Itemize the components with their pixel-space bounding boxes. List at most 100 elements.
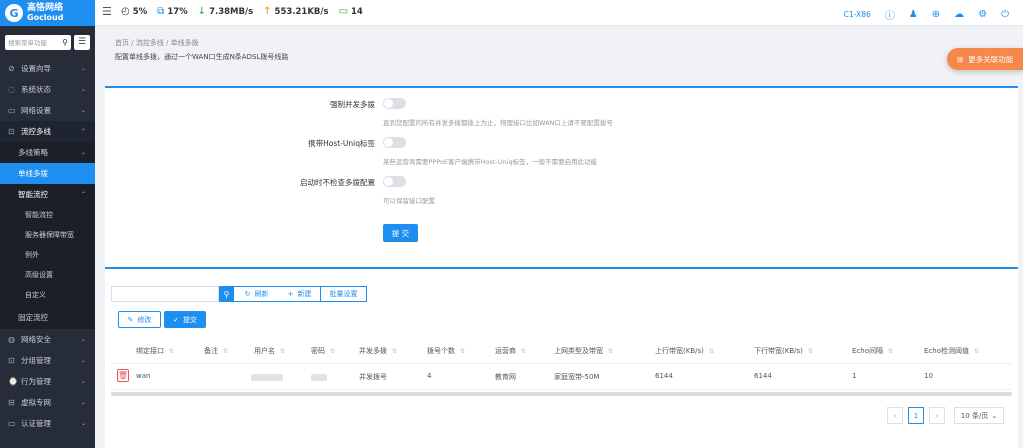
sidebar-item-exception[interactable]: 例外 (0, 245, 95, 265)
search-icon: ⚲ (62, 37, 68, 47)
sidebar-item-label: 自定义 (25, 291, 46, 299)
sidebar-item-setup-wizard[interactable]: ⊘ 设置向导 ⌄ (0, 58, 95, 79)
col-password[interactable]: 密码 ⇅ (311, 346, 335, 356)
next-page-icon[interactable]: › (929, 407, 945, 424)
sidebar-item-server-bandwidth[interactable]: 服务器保障带宽 (0, 225, 95, 245)
sidebar-item-system-status[interactable]: ◌ 系统状态 ⌄ (0, 79, 95, 100)
sidebar-item-label: 行为管理 (21, 377, 51, 386)
table-search-input[interactable] (111, 286, 219, 302)
skip-check-toggle[interactable] (383, 176, 406, 187)
col-interface[interactable]: 绑定接口 ⇅ (136, 346, 174, 356)
sidebar-item-auth-manage[interactable]: ▭ 认证管理 ⌄ (0, 413, 95, 434)
sidebar-item-fixed-flow[interactable]: 固定流控 (0, 305, 95, 329)
col-username[interactable]: 用户名 ⇅ (254, 346, 285, 356)
globe-icon[interactable]: ⊕ (932, 9, 940, 20)
col-echo-interval[interactable]: Echo间隔 ⇅ (852, 346, 893, 356)
host-uniq-toggle[interactable] (383, 137, 406, 148)
top-bar: G 高恪网络 Gocloud ☰ ◴ 5% ⧉ 17% ↓ 7.38MB/s ↑ 553… (0, 0, 1023, 26)
new-button[interactable]: + 新建 (279, 286, 321, 302)
sidebar-search: 搜索菜单功能 ⚲ ☰ (0, 26, 95, 58)
table-submit-button[interactable]: ✓ 提交 (164, 311, 206, 328)
sort-icon: ⇅ (708, 348, 714, 355)
sidebar-item-network-settings[interactable]: ▭ 网络设置 ⌄ (0, 100, 95, 121)
cell-echo-threshold: 10 (924, 372, 933, 380)
column-label: 备注 (204, 347, 218, 355)
column-label: 上网类型及带宽 (554, 347, 603, 355)
plus-icon: + (287, 290, 294, 298)
sort-icon: ⇅ (280, 348, 286, 355)
batch-settings-button[interactable]: 批量设置 (321, 286, 367, 302)
brand-cn: 高恪网络 (27, 3, 64, 13)
menu-search-input[interactable]: 搜索菜单功能 ⚲ (5, 34, 71, 50)
sort-icon: ⇅ (974, 348, 980, 355)
settings-form-card: 强制并发多拨 直到您配置的所有并发多拨都拨上为止，物理接口比如WAN口上请不要配… (105, 86, 1018, 282)
sidebar-item-behavior-manage[interactable]: ⌚ 行为管理 ⌄ (0, 371, 95, 392)
cpu-stat: ◴ 5% (121, 6, 147, 17)
sidebar-item-multiline-policy[interactable]: 多线策略 ⌄ (0, 142, 95, 163)
refresh-button[interactable]: ↻ 刷新 (233, 286, 280, 302)
more-related-functions-button[interactable]: ⊞ 更多关联功能 (947, 48, 1023, 70)
sidebar-item-label: 固定流控 (18, 312, 48, 322)
vpn-icon: ⊟ (8, 398, 15, 407)
cloud-icon[interactable]: ☁ (954, 9, 964, 20)
col-upload[interactable]: 上行带宽(KB/s) ⇅ (655, 346, 714, 356)
horizontal-scrollbar[interactable] (111, 392, 1012, 396)
sort-icon: ⇅ (807, 348, 813, 355)
logo[interactable]: G 高恪网络 Gocloud (0, 0, 95, 26)
col-dial-count[interactable]: 拨号个数 ⇅ (427, 346, 465, 356)
form-submit-button[interactable]: 提 交 (383, 224, 418, 242)
shirt-icon[interactable]: ♟ (909, 9, 918, 20)
page-size-select[interactable]: 10 条/页 ⌄ (954, 407, 1004, 424)
sort-icon: ⇅ (392, 348, 398, 355)
column-label: 上行带宽(KB/s) (655, 347, 704, 355)
sidebar-item-single-line-multidial[interactable]: 单线多拨 (0, 163, 95, 184)
sidebar-item-custom[interactable]: 自定义 (0, 285, 95, 305)
memory-value: 17% (167, 6, 188, 17)
col-download[interactable]: 下行带宽(KB/s) ⇅ (754, 346, 813, 356)
col-net-type[interactable]: 上网类型及带宽 ⇅ (554, 346, 613, 356)
gocloud-logo-icon: G (5, 4, 23, 22)
cell-upload: 6144 (655, 372, 673, 380)
column-label: Echo间隔 (852, 347, 883, 355)
chevron-down-icon: ⌄ (80, 336, 86, 343)
sidebar-item-label: 网络设置 (21, 106, 51, 115)
sidebar-item-smart-flow[interactable]: 智能流控 ⌃ (0, 184, 95, 205)
table-row[interactable]: 🗑 wan 并发拨号 4 教育网 家庭宽带-50M 6144 6144 1 10 (111, 364, 1012, 390)
sidebar-item-smart-flow-control[interactable]: 智能流控 (0, 205, 95, 225)
sidebar-item-label: 设置向导 (21, 64, 51, 73)
settings-icon[interactable]: ⚙ (978, 9, 987, 20)
search-icon[interactable]: ⚲ (219, 286, 234, 302)
col-isp[interactable]: 运营商 ⇅ (495, 346, 526, 356)
info-icon[interactable]: ⓘ (885, 7, 895, 22)
logout-icon[interactable]: ⏻ (1001, 9, 1009, 20)
force-concurrent-toggle[interactable] (383, 98, 406, 109)
page-number[interactable]: 1 (908, 407, 924, 424)
cpu-value: 5% (132, 6, 148, 17)
edit-button[interactable]: ✎ 修改 (118, 311, 161, 328)
field-label: 携带Host-Uniq标签 (308, 139, 375, 148)
cell-username-masked (251, 374, 283, 381)
status-icon: ◌ (8, 85, 15, 94)
sidebar-item-advanced[interactable]: 高级设置 (0, 265, 95, 285)
sidebar-item-flow-control[interactable]: ⊡ 流控多线 ⌃ (0, 121, 95, 142)
grid-icon: ⊞ (957, 54, 964, 64)
sidebar-item-network-security[interactable]: ◍ 网络安全 ⌄ (0, 329, 95, 350)
menu-toggle-icon[interactable]: ☰ (102, 6, 113, 18)
sidebar-menu-icon[interactable]: ☰ (74, 34, 90, 50)
sidebar-item-label: 多线策略 (18, 148, 48, 157)
column-label: Echo检测阈值 (924, 347, 969, 355)
col-echo-threshold[interactable]: Echo检测阈值 ⇅ (924, 346, 979, 356)
col-remark[interactable]: 备注 ⇅ (204, 346, 228, 356)
sort-icon: ⇅ (521, 348, 527, 355)
col-concurrent[interactable]: 并发多拨 ⇅ (359, 346, 397, 356)
column-label: 绑定接口 (136, 347, 164, 355)
delete-icon[interactable]: 🗑 (117, 369, 129, 382)
sort-icon: ⇅ (460, 348, 466, 355)
sidebar-item-vpn[interactable]: ⊟ 虚拟专网 ⌄ (0, 392, 95, 413)
upload-stat: ↑ 553.21KB/s (263, 6, 328, 17)
page-header: 首页 / 流控多线 / 单线多拨 配置单线多拨，通过一个WAN口生成N条ADSL… (105, 34, 1020, 70)
main-content: 首页 / 流控多线 / 单线多拨 配置单线多拨，通过一个WAN口生成N条ADSL… (95, 26, 1023, 448)
prev-page-icon[interactable]: ‹ (887, 407, 903, 424)
sidebar-item-group-manage[interactable]: ⊡ 分组管理 ⌄ (0, 350, 95, 371)
page-size-label: 10 条/页 (960, 411, 989, 420)
